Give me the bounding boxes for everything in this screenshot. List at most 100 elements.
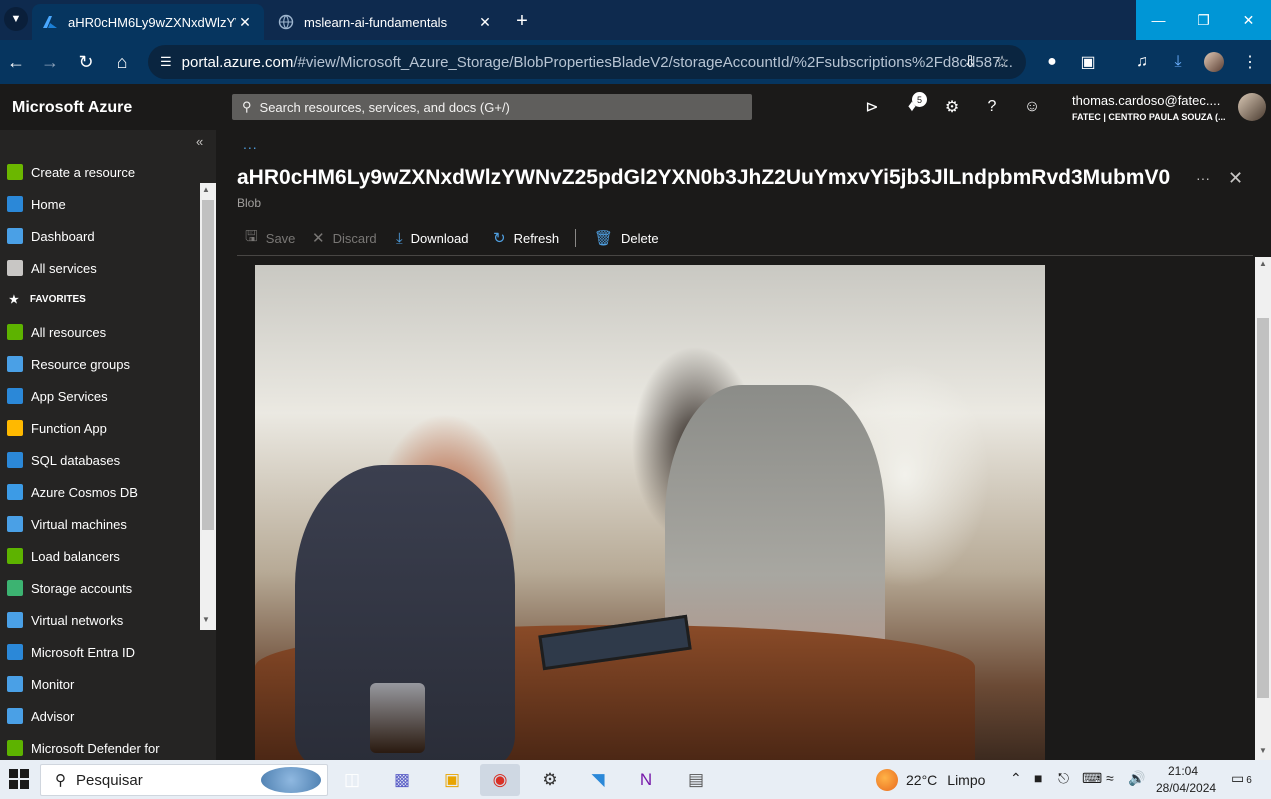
bolt-icon (7, 420, 23, 436)
user-directory[interactable]: FATEC | CENTRO PAULA SOUZA (... (1072, 112, 1226, 122)
download-button[interactable]: ⤓ Download (396, 227, 468, 249)
more-options-icon[interactable]: ··· (1196, 170, 1210, 186)
sidebar-item-home[interactable]: Home (0, 188, 200, 220)
close-blade-icon[interactable]: ✕ (1228, 168, 1243, 189)
scroll-down-arrow-icon[interactable]: ▼ (202, 615, 210, 624)
sidebar-item-dashboard[interactable]: Dashboard (0, 220, 200, 252)
home-icon[interactable]: ⌂ (110, 50, 134, 74)
tray-app-icon[interactable]: ■ (1034, 770, 1042, 786)
avatar[interactable] (1238, 93, 1266, 121)
sidebar-item-microsoft-entra-id[interactable]: Microsoft Entra ID (0, 636, 200, 668)
cloud-shell-icon[interactable]: ⊳ (860, 95, 884, 119)
content-scrollbar-thumb[interactable] (1257, 318, 1269, 698)
tab-mslearn[interactable]: mslearn-ai-fundamentals ✕ (268, 4, 504, 40)
profile-avatar[interactable] (1202, 50, 1226, 74)
teams-icon[interactable]: ▩ (382, 764, 422, 796)
scroll-up-arrow-icon[interactable]: ▲ (202, 185, 210, 194)
sidebar-item-advisor[interactable]: Advisor (0, 700, 200, 732)
sidebar-item-function-app[interactable]: Function App (0, 412, 200, 444)
show-hidden-icons-chevron-icon[interactable]: ⌃ (1010, 770, 1022, 787)
sidebar-item-sql-databases[interactable]: SQL databases (0, 444, 200, 476)
portal-sidebar: « Create a resource Home Dashboard All serv… (0, 130, 216, 760)
scroll-up-arrow-icon[interactable]: ▲ (1259, 259, 1267, 268)
refresh-label: Refresh (513, 230, 560, 246)
onenote-icon[interactable]: N (626, 764, 666, 796)
url-host: portal.azure.com (181, 53, 294, 71)
photo-coffee-cup (370, 683, 425, 753)
command-bar-divider (237, 255, 1253, 256)
downloads-icon[interactable]: ⤓ (1166, 50, 1190, 74)
sidebar-item-create-a-resource[interactable]: Create a resource (0, 156, 200, 188)
sidebar-scrollbar-thumb[interactable] (202, 200, 214, 530)
tray-sync-icon[interactable]: ⎋ (1058, 770, 1069, 787)
help-icon[interactable]: ? (980, 95, 1004, 119)
bookmark-star-icon[interactable]: ☆ (990, 50, 1014, 74)
home-icon (7, 196, 23, 212)
monitor-icon (7, 516, 23, 532)
windows-start-icon[interactable] (8, 768, 30, 790)
remote-desktop-icon[interactable]: ▤ (676, 764, 716, 796)
scroll-down-arrow-icon[interactable]: ▼ (1259, 746, 1267, 755)
close-window-icon[interactable]: ✕ (1226, 0, 1271, 40)
tab-azure-blob[interactable]: aHR0cHM6Ly9wZXNxdWlzYWNvZ25pdGl2YXN0b3Jh… (32, 4, 264, 40)
azure-brand[interactable]: Microsoft Azure (12, 99, 132, 117)
delete-button[interactable]: 🗑 Delete (594, 227, 659, 249)
global-search-input[interactable]: ⚲ Search resources, services, and docs (… (232, 94, 752, 120)
sidebar-item-resource-groups[interactable]: Resource groups (0, 348, 200, 380)
taskbar-search-input[interactable]: ⚲ Pesquisar (40, 764, 328, 796)
sidebar-item-virtual-machines[interactable]: Virtual machines (0, 508, 200, 540)
address-bar[interactable]: ☰ portal.azure.com /#view/Microsoft_Azur… (148, 45, 1026, 79)
cookie-extension-icon[interactable]: ● (1040, 50, 1064, 74)
back-arrow-icon[interactable]: ← (4, 50, 28, 74)
sidebar-item-azure-cosmos-db[interactable]: Azure Cosmos DB (0, 476, 200, 508)
sidebar-item-label: Function App (31, 420, 107, 436)
clock-time[interactable]: 21:04 (1168, 764, 1198, 778)
wifi-icon[interactable]: ≈ (1106, 770, 1114, 786)
tab-search-chevron-icon[interactable]: ▼ (4, 7, 28, 31)
sidebar-item-label: Microsoft Entra ID (31, 644, 136, 660)
sidebar-item-label: Virtual machines (31, 516, 127, 532)
input-method-icon[interactable]: ⌨ (1082, 770, 1102, 787)
task-view-icon[interactable]: ◫ (332, 764, 372, 796)
sidebar-item-monitor[interactable]: Monitor (0, 668, 200, 700)
weather-sun-icon (876, 769, 898, 791)
volume-icon[interactable]: 🔊 (1128, 770, 1145, 787)
file-explorer-icon[interactable]: ▣ (432, 764, 472, 796)
sticky-app-icon[interactable]: ◥ (578, 764, 618, 796)
sidebar-item-all-services[interactable]: All services (0, 252, 200, 284)
media-controls-icon[interactable]: ♫ (1130, 50, 1154, 74)
sidebar-item-microsoft-defender-for[interactable]: Microsoft Defender for (0, 732, 200, 760)
new-tab-plus-icon[interactable]: + (510, 9, 534, 33)
sidebar-item-all-resources[interactable]: All resources (0, 316, 200, 348)
settings-gear-icon[interactable]: ⚙ (940, 95, 964, 119)
forward-arrow-icon[interactable]: → (38, 50, 62, 74)
close-tab-icon[interactable]: ✕ (236, 14, 254, 31)
user-email[interactable]: thomas.cardoso@fatec.... (1072, 93, 1220, 108)
reload-icon[interactable]: ↻ (74, 50, 98, 74)
sidebar-item-storage-accounts[interactable]: Storage accounts (0, 572, 200, 604)
chrome-icon[interactable]: ◉ (480, 764, 520, 796)
sidebar-item-app-services[interactable]: App Services (0, 380, 200, 412)
save-button[interactable]: 🖫 Save (245, 227, 295, 249)
install-app-icon[interactable]: ⇩ (958, 50, 982, 74)
restore-window-icon[interactable]: ❐ (1181, 0, 1226, 40)
discard-x-icon: ✕ (312, 230, 325, 247)
cube-icon (7, 356, 23, 372)
entra-icon (7, 644, 23, 660)
close-tab-icon[interactable]: ✕ (476, 14, 494, 31)
extensions-puzzle-icon[interactable]: ▣ (1076, 50, 1100, 74)
breadcrumb[interactable]: ... (243, 136, 258, 152)
feedback-icon[interactable]: ☺ (1020, 95, 1044, 119)
sidebar-item-virtual-networks[interactable]: Virtual networks (0, 604, 200, 636)
site-info-icon[interactable]: ☰ (160, 54, 172, 70)
notification-center-icon[interactable]: ▭ 6 (1231, 770, 1252, 787)
settings-gear-icon[interactable]: ⚙ (530, 764, 570, 796)
discard-button[interactable]: ✕ Discard (312, 227, 377, 249)
sidebar-item-load-balancers[interactable]: Load balancers (0, 540, 200, 572)
minimize-window-icon[interactable]: — (1136, 0, 1181, 40)
refresh-button[interactable]: ↻ Refresh (493, 227, 559, 249)
clock-date[interactable]: 28/04/2024 (1156, 781, 1216, 795)
browser-menu-icon[interactable]: ⋮ (1238, 50, 1262, 74)
collapse-sidebar-icon[interactable]: « (196, 134, 203, 149)
weather-widget[interactable]: 22°C Limpo (876, 768, 985, 792)
